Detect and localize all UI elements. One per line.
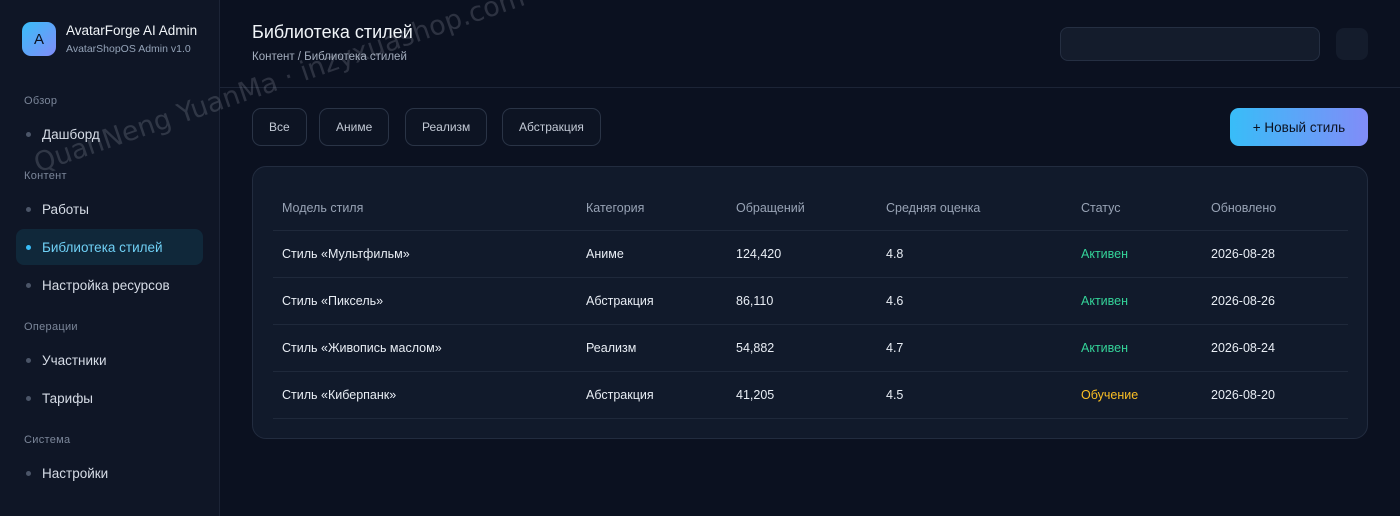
column-header: Категория (586, 200, 645, 215)
filter-abstract[interactable]: Абстракция (502, 108, 601, 146)
styles-table: Модель стиля Категория Обращений Средняя… (252, 166, 1368, 439)
sidebar-item-label: Библиотека стилей (42, 239, 163, 255)
cell-style-name: Стиль «Мультфильм» (282, 247, 410, 261)
sidebar-item-settings[interactable]: Настройки (16, 455, 203, 491)
sidebar-item-resource-settings[interactable]: Настройка ресурсов (16, 267, 203, 303)
status-badge: Активен (1081, 247, 1129, 261)
column-header: Средняя оценка (886, 200, 981, 215)
search-input[interactable] (1060, 27, 1320, 61)
cell-updated: 2026-08-24 (1211, 341, 1275, 355)
sidebar-item-plans[interactable]: Тарифы (16, 380, 203, 416)
cell-rating: 4.6 (886, 294, 904, 308)
dot-icon (26, 244, 31, 250)
column-header: Статус (1081, 200, 1121, 215)
dot-icon (26, 357, 31, 363)
app-logo: A (22, 22, 56, 56)
cell-style-name: Стиль «Живопись маслом» (282, 341, 442, 355)
dot-icon (26, 395, 31, 401)
sidebar-item-label: Дашборд (42, 126, 100, 142)
table-header-row: Модель стиля Категория Обращений Средняя… (273, 185, 1348, 231)
sidebar-item-label: Работы (42, 201, 89, 217)
cell-updated: 2026-08-20 (1211, 388, 1275, 402)
nav-section-content: Контент (24, 170, 67, 182)
cell-updated: 2026-08-28 (1211, 247, 1275, 261)
filter-anime[interactable]: Аниме (319, 108, 390, 146)
column-header: Обновлено (1211, 200, 1277, 215)
brand: A AvatarForge AI Admin AvatarShopOS Admi… (22, 22, 197, 56)
table-row[interactable]: Стиль «Пиксель» Абстракция 86,110 4.6 Ак… (273, 278, 1348, 325)
cell-rating: 4.5 (886, 388, 904, 402)
cell-requests: 54,882 (736, 341, 775, 355)
cell-category: Реализм (586, 341, 637, 355)
sidebar: A AvatarForge AI Admin AvatarShopOS Admi… (0, 0, 220, 516)
nav-section-overview: Обзор (24, 95, 58, 107)
dot-icon (26, 206, 31, 212)
cell-category: Абстракция (586, 294, 654, 308)
header-action-button[interactable] (1336, 28, 1368, 60)
dot-icon (26, 470, 31, 476)
sidebar-item-label: Участники (42, 352, 107, 368)
app-title: AvatarForge AI Admin (66, 23, 198, 38)
nav-section-system: Система (24, 434, 71, 446)
sidebar-item-label: Настройки (42, 465, 109, 481)
cell-requests: 41,205 (736, 388, 775, 402)
sidebar-item-label: Тарифы (42, 390, 94, 406)
cell-category: Аниме (586, 247, 624, 261)
cell-updated: 2026-08-26 (1211, 294, 1275, 308)
column-header: Модель стиля (282, 200, 364, 215)
table-row[interactable]: Стиль «Живопись маслом» Реализм 54,882 4… (273, 325, 1348, 372)
nav-section-operations: Операции (24, 321, 78, 333)
filter-realism[interactable]: Реализм (405, 108, 488, 146)
cell-category: Абстракция (586, 388, 654, 402)
cell-style-name: Стиль «Пиксель» (282, 294, 384, 308)
page-title: Библиотека стилей (252, 22, 413, 42)
cell-requests: 124,420 (736, 247, 782, 261)
table-row[interactable]: Стиль «Мультфильм» Аниме 124,420 4.8 Акт… (273, 231, 1348, 278)
filter-all[interactable]: Все (252, 108, 307, 146)
app-subtitle: AvatarShopOS Admin v1.0 (66, 43, 191, 55)
dot-icon (26, 282, 31, 288)
dot-icon (26, 131, 31, 137)
new-style-button[interactable]: + Новый стиль (1230, 108, 1368, 146)
status-badge: Активен (1081, 294, 1129, 308)
table-row[interactable]: Стиль «Киберпанк» Абстракция 41,205 4.5 … (273, 372, 1348, 419)
cell-rating: 4.7 (886, 341, 904, 355)
column-header: Обращений (736, 200, 805, 215)
status-badge: Обучение (1081, 388, 1139, 402)
sidebar-item-label: Настройка ресурсов (42, 277, 170, 293)
status-badge: Активен (1081, 341, 1129, 355)
sidebar-item-dashboard[interactable]: Дашборд (16, 116, 203, 152)
cell-style-name: Стиль «Киберпанк» (282, 388, 397, 402)
sidebar-item-works[interactable]: Работы (16, 191, 203, 227)
page-header: Библиотека стилей Контент / Библиотека с… (220, 0, 1400, 88)
cell-requests: 86,110 (736, 294, 774, 308)
breadcrumb: Контент / Библиотека стилей (252, 51, 407, 63)
sidebar-item-style-library[interactable]: Библиотека стилей (16, 229, 203, 265)
sidebar-item-members[interactable]: Участники (16, 342, 203, 378)
cell-rating: 4.8 (886, 247, 904, 261)
